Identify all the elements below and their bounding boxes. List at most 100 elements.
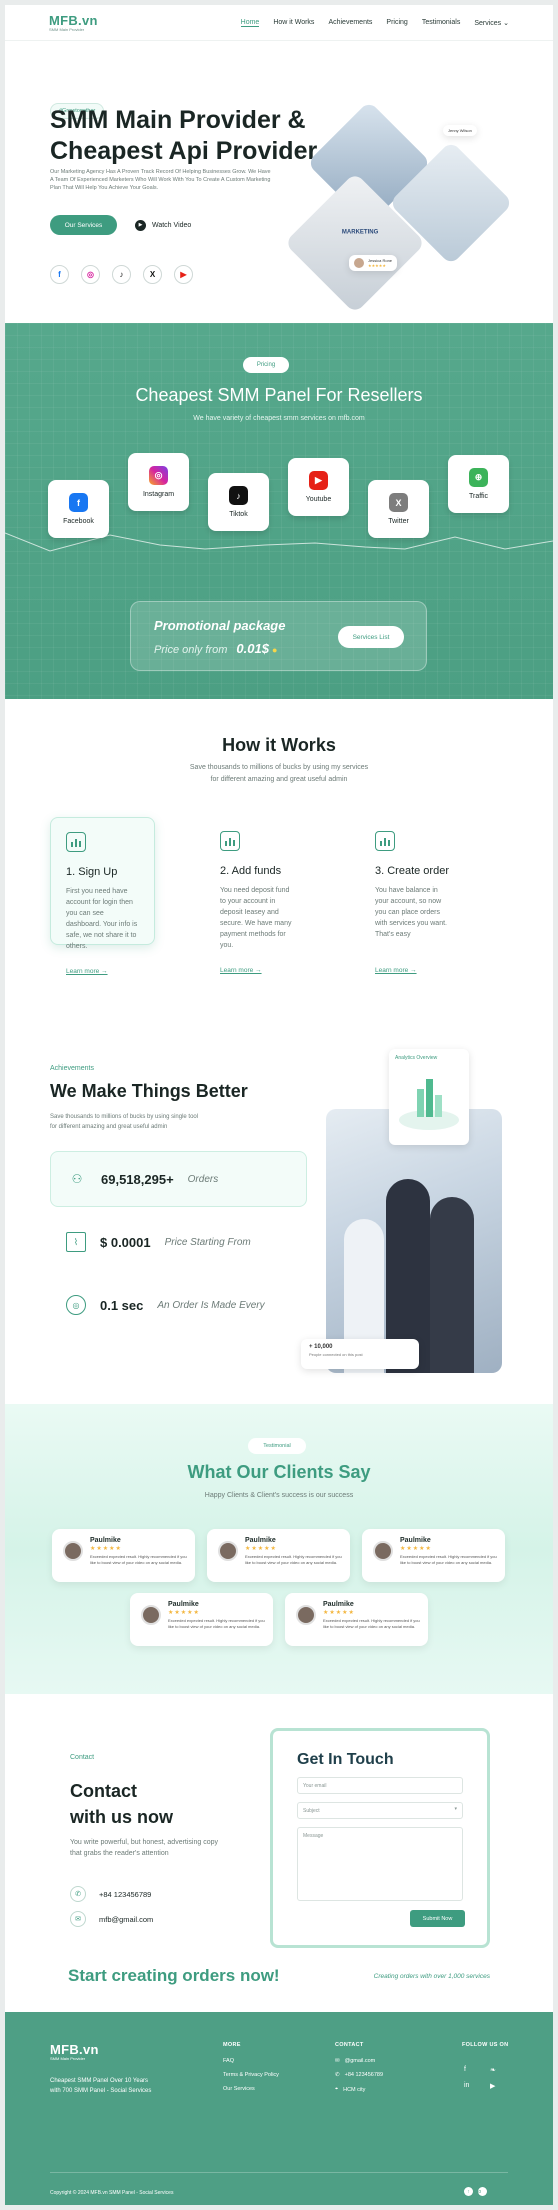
hero-socials: f ◎ ♪ X ▶ bbox=[50, 265, 193, 284]
achievements-subtitle-line1: Save thousands to millions of bucks by u… bbox=[50, 1114, 199, 1120]
message-textarea[interactable]: Message bbox=[297, 1827, 463, 1901]
our-services-button[interactable]: Our Services bbox=[50, 215, 117, 235]
facebook-icon[interactable]: f bbox=[50, 265, 69, 284]
contact-section: Contact Contact with us now You write po… bbox=[5, 1694, 553, 1954]
youtube-icon[interactable]: ▶ bbox=[174, 265, 193, 284]
chart-icon bbox=[375, 831, 395, 851]
top-nav: MFB.vn SMM Main Provider Home How it Wor… bbox=[5, 5, 553, 41]
learn-more-link[interactable]: Learn more → bbox=[66, 968, 108, 975]
hero-description: Our Marketing Agency Has A Proven Track … bbox=[50, 169, 271, 191]
testimonials-section: Testimonial What Our Clients Say Happy C… bbox=[5, 1404, 553, 1694]
testimonial-name: Paulmike bbox=[90, 1537, 121, 1544]
footer-contact-column: CONTACT ✉ @gmail.com ✆ +84 123456789 ⌖ HCM … bbox=[335, 2042, 383, 2101]
hero-title: SMM Main Provider & Cheapest Api Provide… bbox=[50, 105, 350, 167]
footer-contact-phone[interactable]: ✆ +84 123456789 bbox=[335, 2072, 383, 2078]
nav-services[interactable]: Services ⌄ bbox=[474, 19, 509, 27]
facebook-icon[interactable]: f bbox=[464, 2066, 482, 2074]
achievements-subtitle: Save thousands to millions of bucks by u… bbox=[50, 1112, 280, 1132]
pricing-section: Pricing Cheapest SMM Panel For Resellers… bbox=[5, 323, 553, 699]
play-icon: ▶ bbox=[135, 219, 146, 231]
cta-headline: Start creating orders now! bbox=[68, 1966, 280, 1985]
step-card-add-funds: 2. Add funds You need deposit fund to yo… bbox=[205, 817, 310, 974]
platform-tiktok[interactable]: ♪ Tiktok bbox=[208, 473, 269, 531]
footer-follow-column: FOLLOW US ON bbox=[462, 2042, 508, 2058]
footer-contact-city: ⌖ HCM city bbox=[335, 2086, 383, 2093]
platform-instagram[interactable]: ◎ Instagram bbox=[128, 453, 189, 511]
footer-contact-phone-text: +84 123456789 bbox=[344, 2072, 383, 2078]
footer-contact-email-text: @gmail.com bbox=[344, 2058, 376, 2064]
nav-how-it-works[interactable]: How it Works bbox=[273, 19, 314, 27]
platform-traffic[interactable]: ⊕ Traffic bbox=[448, 455, 509, 513]
chart-icon bbox=[66, 832, 86, 852]
hero-section: #Growtogether SMM Main Provider & Cheape… bbox=[5, 41, 553, 323]
page: MFB.vn SMM Main Provider Home How it Wor… bbox=[5, 5, 553, 2205]
users-icon: ⚇ bbox=[71, 1172, 83, 1186]
testimonial-stars: ★★★★★ bbox=[168, 1610, 200, 1616]
testimonial-card: Paulmike ★★★★★ Exceeded expected result.… bbox=[207, 1529, 350, 1582]
how-subtitle: Save thousands to millions of bucks by u… bbox=[5, 762, 553, 786]
contact-email[interactable]: ✉ mfb@gmail.com bbox=[70, 1911, 153, 1927]
person-shape bbox=[430, 1197, 474, 1373]
nav-testimonials[interactable]: Testimonials bbox=[422, 19, 461, 27]
footer-logo[interactable]: MFB.vn SMM Main Provider bbox=[50, 2042, 99, 2061]
logo[interactable]: MFB.vn SMM Main Provider bbox=[49, 13, 98, 32]
instagram-icon[interactable]: ◎ bbox=[81, 265, 100, 284]
youtube-icon[interactable]: ▶ bbox=[490, 2082, 508, 2090]
submit-button[interactable]: Submit Now bbox=[410, 1910, 465, 1927]
platform-tiktok-label: Tiktok bbox=[229, 511, 248, 518]
footer-description: Cheapest SMM Panel Over 10 Years with 70… bbox=[50, 2078, 152, 2094]
watch-video-button[interactable]: ▶ Watch Video bbox=[135, 215, 191, 235]
nav-pricing[interactable]: Pricing bbox=[386, 19, 407, 27]
engagement-bubble: + 10,000 People connected on this post bbox=[301, 1339, 419, 1369]
footer-more-title: MORE bbox=[223, 2042, 241, 2048]
footer-contact-title: CONTACT bbox=[335, 2042, 364, 2048]
footer-link-faq[interactable]: FAQ bbox=[223, 2058, 279, 2064]
nav-achievements[interactable]: Achievements bbox=[328, 19, 372, 27]
testimonial-name: Paulmike bbox=[245, 1537, 276, 1544]
x-icon[interactable]: X bbox=[143, 265, 162, 284]
avatar bbox=[63, 1541, 83, 1561]
stat-label: An Order Is Made Every bbox=[157, 1299, 265, 1311]
stat-label: Orders bbox=[187, 1173, 219, 1185]
promo-price-label: Price only from bbox=[154, 644, 228, 656]
cta-banner: Start creating orders now! Creating orde… bbox=[5, 1954, 553, 2012]
services-list-button[interactable]: Services List bbox=[338, 626, 404, 648]
step-title: 2. Add funds bbox=[220, 865, 282, 877]
pricing-subtitle: We have variety of cheapest smm services… bbox=[193, 415, 365, 422]
subject-select[interactable]: Subject ▾ bbox=[297, 1802, 463, 1819]
tiktok-icon: ♪ bbox=[229, 486, 248, 505]
contact-title-line1: Contact bbox=[70, 1781, 137, 1801]
back-to-top-button[interactable]: ↑ Back to top bbox=[464, 2183, 488, 2201]
platform-twitter[interactable]: X Twitter bbox=[368, 480, 429, 538]
how-title: How it Works bbox=[222, 735, 336, 755]
linkedin-icon[interactable]: in bbox=[464, 2082, 482, 2090]
learn-more-link[interactable]: Learn more → bbox=[220, 967, 262, 974]
engagement-value: + 10,000 bbox=[309, 1344, 333, 1350]
tiktok-icon[interactable]: ♪ bbox=[112, 265, 131, 284]
testimonial-text: Exceeded expected result. Highly recomme… bbox=[323, 1618, 420, 1629]
nav-home[interactable]: Home bbox=[240, 19, 260, 27]
platform-facebook[interactable]: f Facebook bbox=[48, 480, 109, 538]
contact-title: Contact with us now bbox=[70, 1778, 173, 1830]
testimonial-name: Paulmike bbox=[400, 1537, 431, 1544]
achievements-label: Achievements bbox=[50, 1065, 94, 1072]
stat-speed: ◎ 0.1 sec An Order Is Made Every bbox=[50, 1277, 307, 1333]
how-it-works-section: How it Works Save thousands to millions … bbox=[5, 699, 553, 1019]
footer-logo-subtext: SMM Main Provider bbox=[50, 2056, 86, 2061]
learn-more-link[interactable]: Learn more → bbox=[375, 967, 417, 974]
profile-card-bottom-stars: ★★★★★ bbox=[368, 263, 386, 268]
email-field-placeholder: Your email bbox=[303, 1783, 327, 1789]
footer-link-services[interactable]: Our Services bbox=[223, 2086, 279, 2092]
target-icon: ◎ bbox=[66, 1295, 86, 1315]
footer-contact-email[interactable]: ✉ @gmail.com bbox=[335, 2058, 383, 2064]
contact-phone[interactable]: ✆ +84 123456789 bbox=[70, 1886, 151, 1902]
contact-description: You write powerful, but honest, advertis… bbox=[70, 1839, 218, 1857]
twitter-icon[interactable]: ❧ bbox=[490, 2066, 508, 2074]
stat-label: Price Starting From bbox=[164, 1236, 251, 1248]
testimonial-name: Paulmike bbox=[168, 1601, 199, 1608]
chart-icon bbox=[220, 831, 240, 851]
testimonial-stars: ★★★★★ bbox=[323, 1610, 355, 1616]
email-field[interactable]: Your email bbox=[297, 1777, 463, 1794]
footer-link-terms[interactable]: Terms & Privacy Policy bbox=[223, 2072, 279, 2078]
platform-youtube[interactable]: ▶ Youtube bbox=[288, 458, 349, 516]
